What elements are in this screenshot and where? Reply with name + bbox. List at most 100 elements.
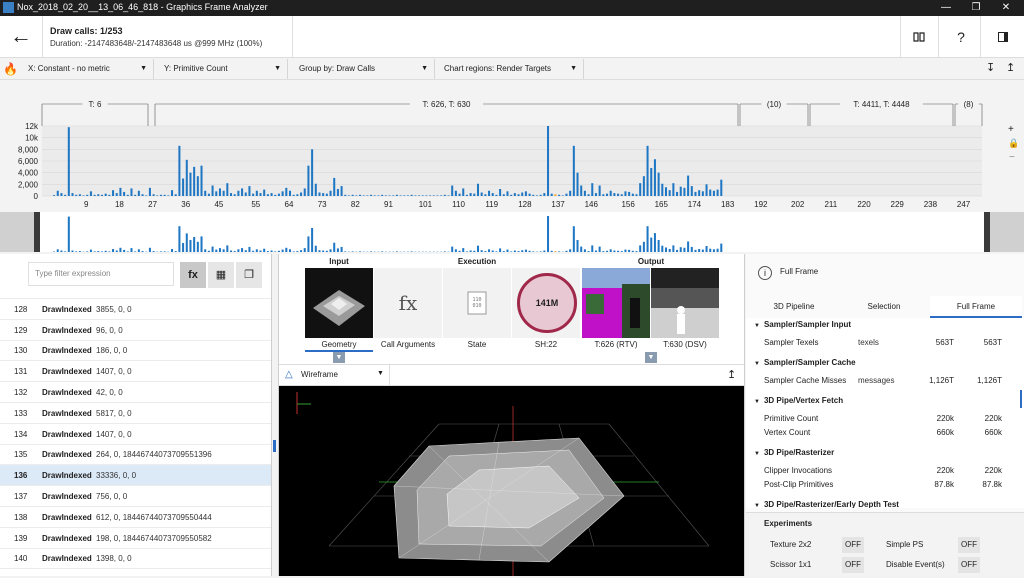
call-arguments-tab[interactable]: Call Arguments bbox=[374, 338, 442, 351]
lock-icon[interactable]: 🔒 bbox=[1008, 138, 1019, 149]
dsv-tab[interactable]: T:630 (DSV) bbox=[651, 338, 719, 351]
shader-tile[interactable]: 141M bbox=[512, 268, 580, 338]
overview-bar bbox=[680, 247, 682, 252]
chart-bar bbox=[318, 193, 320, 197]
table-row[interactable]: 134DrawIndexed1407, 0, 0 bbox=[0, 424, 271, 445]
overview-chart[interactable] bbox=[0, 210, 1024, 254]
call-args: 42, 0, 0 bbox=[96, 382, 123, 403]
zoom-out-icon[interactable]: − bbox=[1009, 152, 1015, 163]
shader-tab[interactable]: SH:22 bbox=[512, 338, 580, 351]
minimize-button[interactable]: — bbox=[936, 1, 956, 15]
chevron-down-icon[interactable]: ▼ bbox=[377, 370, 384, 377]
region-label: T: 4411, T: 4448 bbox=[853, 100, 910, 109]
overview-bar bbox=[706, 246, 708, 252]
export-icon[interactable]: ↥ bbox=[1006, 61, 1020, 75]
metrics-chart[interactable]: 12k10k8,0006,0004,0002,0000T: 6T: 626, T… bbox=[0, 80, 1024, 210]
splitter-handle[interactable] bbox=[273, 440, 276, 452]
stack-icon[interactable]: ❐ bbox=[236, 262, 262, 288]
overview-bar bbox=[197, 242, 199, 252]
metric-section-header[interactable]: ▼3D Pipe/Vertex Fetch bbox=[746, 394, 1016, 408]
close-button[interactable]: ✕ bbox=[996, 1, 1016, 15]
book-icon[interactable] bbox=[906, 24, 932, 50]
chart-bar bbox=[164, 195, 166, 196]
group-by-dropdown[interactable]: Group by: Draw Calls▼ bbox=[293, 59, 435, 79]
metric-section-header[interactable]: ▼3D Pipe/Rasterizer bbox=[746, 446, 1016, 460]
import-icon[interactable]: ↧ bbox=[986, 61, 1000, 75]
help-icon[interactable]: ? bbox=[948, 24, 974, 50]
render-target-thumbnail[interactable] bbox=[582, 268, 650, 338]
chart-bar bbox=[311, 149, 313, 196]
table-row[interactable]: 129DrawIndexed96, 0, 0 bbox=[0, 320, 271, 341]
chart-regions-dropdown[interactable]: Chart regions: Render Targets▼ bbox=[438, 59, 584, 79]
chart-bar bbox=[698, 190, 700, 196]
call-name: DrawIndexed bbox=[42, 382, 92, 403]
tab-selection[interactable]: Selection bbox=[840, 296, 928, 318]
tab-full-frame[interactable]: Full Frame bbox=[930, 296, 1022, 318]
chevron-down-icon[interactable]: ▼ bbox=[333, 352, 345, 363]
x-tick-label: 128 bbox=[518, 200, 532, 209]
overview-bar bbox=[628, 250, 630, 252]
x-tick-label: 55 bbox=[251, 200, 260, 209]
table-row[interactable]: 131DrawIndexed1407, 0, 0 bbox=[0, 361, 271, 382]
state-icon[interactable]: 110010 bbox=[443, 268, 511, 338]
call-arguments-icon[interactable]: fx bbox=[374, 268, 442, 338]
simple-ps-toggle[interactable]: OFF bbox=[958, 537, 980, 553]
overview-bar bbox=[396, 251, 398, 252]
table-row[interactable]: 140DrawIndexed1398, 0, 0 bbox=[0, 548, 271, 569]
overview-bar bbox=[171, 249, 173, 252]
table-row[interactable]: 136DrawIndexed33336, 0, 0 bbox=[0, 465, 271, 486]
metric-section-header[interactable]: ▼Sampler/Sampler Input bbox=[746, 318, 1016, 332]
x-metric-dropdown[interactable]: X: Constant - no metric▼ bbox=[22, 59, 154, 79]
state-tab[interactable]: State bbox=[443, 338, 511, 351]
back-arrow-icon[interactable]: ← bbox=[8, 24, 34, 50]
overview-window[interactable] bbox=[40, 212, 984, 252]
table-row[interactable]: 130DrawIndexed186, 0, 0 bbox=[0, 340, 271, 361]
table-row[interactable]: 138DrawIndexed612, 0, 184467440737095504… bbox=[0, 507, 271, 528]
chart-bar bbox=[307, 166, 309, 196]
filter-input[interactable]: Type filter expression bbox=[28, 262, 174, 286]
x-metric-label: X: Constant - no metric bbox=[28, 64, 110, 73]
call-index: 132 bbox=[14, 382, 27, 403]
zoom-in-icon[interactable]: + bbox=[1008, 124, 1014, 135]
table-icon[interactable]: ▦ bbox=[208, 262, 234, 288]
export-icon[interactable]: ↥ bbox=[727, 368, 736, 381]
chevron-down-icon: ▼ bbox=[754, 451, 760, 457]
viewer-toolbar: △ Wireframe ▼ ↥ bbox=[279, 364, 744, 386]
overview-bar bbox=[588, 251, 590, 252]
flame-icon[interactable]: 🔥 bbox=[3, 61, 19, 77]
tab-3d-pipeline[interactable]: 3D Pipeline bbox=[750, 296, 838, 318]
geometry-thumbnail[interactable] bbox=[305, 268, 373, 338]
table-row[interactable]: 133DrawIndexed5817, 0, 0 bbox=[0, 403, 271, 424]
table-row[interactable]: 135DrawIndexed264, 0, 184467440737095513… bbox=[0, 444, 271, 465]
overview-bar bbox=[606, 251, 608, 252]
scissor-toggle[interactable]: OFF bbox=[842, 557, 864, 573]
table-row[interactable]: 137DrawIndexed756, 0, 0 bbox=[0, 486, 271, 507]
bar-chart[interactable]: 12k10k8,0006,0004,0002,0000T: 6T: 626, T… bbox=[0, 80, 1024, 210]
table-row[interactable]: 139DrawIndexed198, 0, 184467440737095505… bbox=[0, 528, 271, 549]
chart-overview-scrubber[interactable] bbox=[0, 210, 1024, 254]
disable-events-toggle[interactable]: OFF bbox=[958, 557, 980, 573]
right-drag-handle[interactable] bbox=[984, 212, 990, 252]
scrollbar-thumb[interactable] bbox=[1020, 390, 1022, 408]
view-mode-dropdown[interactable]: Wireframe bbox=[301, 370, 338, 379]
chevron-down-icon[interactable]: ▼ bbox=[645, 352, 657, 363]
depth-target-thumbnail[interactable] bbox=[651, 268, 719, 338]
maximize-button[interactable]: ❐ bbox=[966, 1, 986, 15]
table-row[interactable]: 128DrawIndexed3855, 0, 0 bbox=[0, 299, 271, 320]
y-metric-dropdown[interactable]: Y: Primitive Count▼ bbox=[158, 59, 288, 79]
metric-section-header[interactable]: ▼Sampler/Sampler Cache bbox=[746, 356, 1016, 370]
metric-section-header[interactable]: ▼3D Pipe/Rasterizer/Early Depth Test bbox=[746, 498, 1016, 508]
left-drag-handle[interactable] bbox=[34, 212, 40, 252]
section-name: 3D Pipe/Rasterizer/Early Depth Test bbox=[764, 500, 899, 508]
chart-bar bbox=[68, 127, 70, 196]
table-row[interactable]: 132 DrawIndexed42, 0, 0 bbox=[0, 382, 271, 403]
rtv-tab[interactable]: T:626 (RTV) bbox=[582, 338, 650, 351]
call-index: 134 bbox=[14, 424, 27, 445]
chart-bar bbox=[105, 194, 107, 196]
fx-icon[interactable]: fx bbox=[180, 262, 206, 288]
chart-bar bbox=[366, 195, 368, 196]
texture-toggle[interactable]: OFF bbox=[842, 537, 864, 553]
panel-icon[interactable] bbox=[990, 24, 1016, 50]
geometry-viewport[interactable] bbox=[279, 386, 744, 576]
x-tick-label: 183 bbox=[721, 200, 735, 209]
